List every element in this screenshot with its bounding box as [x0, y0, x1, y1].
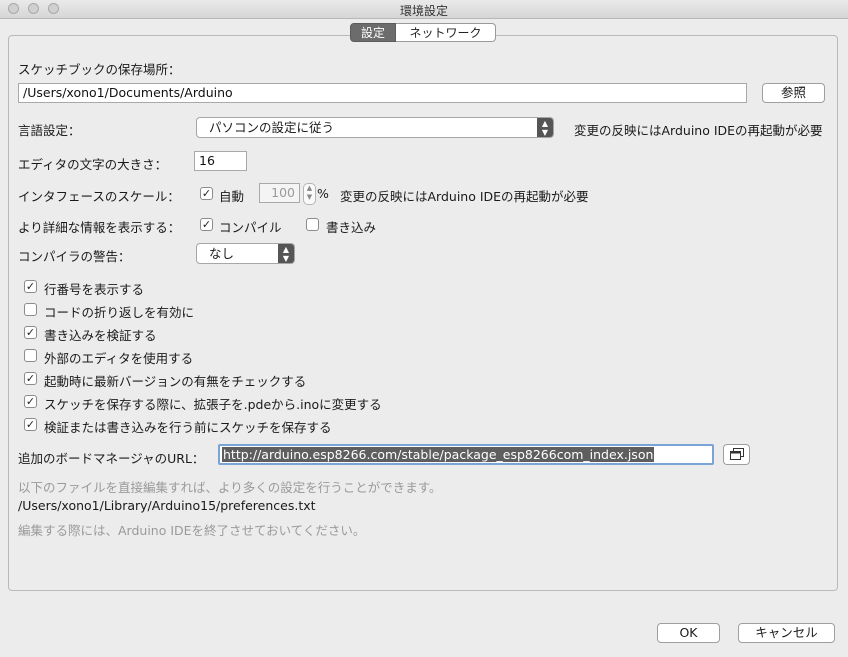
option-label: スケッチを保存する際に、拡張子を.pdeから.inoに変更する: [44, 397, 382, 412]
scale-unit: %: [317, 186, 329, 201]
warnings-select[interactable]: なし ▲ ▼: [196, 243, 295, 264]
board-url-label: 追加のボードマネージャのURL：: [18, 451, 205, 466]
warnings-select-value: なし: [209, 246, 235, 261]
select-stepper-icon: ▲ ▼: [537, 118, 553, 137]
window-list-icon: [729, 448, 744, 460]
language-label: 言語設定：: [18, 123, 81, 138]
select-stepper-icon: ▲ ▼: [278, 244, 294, 263]
ok-button[interactable]: OK: [657, 623, 720, 643]
option-checkbox-external-editor[interactable]: [24, 349, 37, 362]
option-checkbox-update-extension[interactable]: ✓: [24, 395, 37, 408]
option-checkbox-line-numbers[interactable]: ✓: [24, 280, 37, 293]
verbose-upload-checkbox[interactable]: [306, 218, 319, 231]
verbose-label: より詳細な情報を表示する：: [18, 220, 181, 235]
warnings-label: コンパイラの警告：: [18, 249, 131, 264]
scale-percent-input[interactable]: 100: [259, 183, 300, 203]
option-checkbox-check-updates[interactable]: ✓: [24, 372, 37, 385]
sketchbook-path-input[interactable]: /Users/xono1/Documents/Arduino: [18, 83, 747, 103]
language-restart-note: 変更の反映にはArduino IDEの再起動が必要: [574, 123, 823, 138]
board-url-edit-button[interactable]: [723, 444, 750, 465]
sketchbook-label: スケッチブックの保存場所：: [18, 62, 181, 77]
font-size-input[interactable]: 16: [194, 151, 247, 171]
option-label: 起動時に最新バージョンの有無をチェックする: [44, 374, 307, 389]
preferences-file-path: /Users/xono1/Library/Arduino15/preferenc…: [18, 498, 316, 513]
scale-auto-label: 自動: [219, 189, 245, 204]
checkmark-icon: ✓: [25, 280, 36, 293]
tab-bar: 設定 ネットワーク: [350, 23, 497, 42]
scale-restart-note: 変更の反映にはArduino IDEの再起動が必要: [340, 189, 589, 204]
option-checkbox-code-folding[interactable]: [24, 303, 37, 316]
board-url-value: http://arduino.esp8266.com/stable/packag…: [222, 447, 655, 462]
scale-label: インタフェースのスケール：: [18, 189, 180, 204]
scale-stepper[interactable]: ▲ ▼: [303, 183, 316, 205]
language-select[interactable]: パソコンの設定に従う ▲ ▼: [196, 117, 554, 138]
window-title: 環境設定: [399, 4, 448, 18]
checkmark-icon: ✓: [25, 372, 36, 385]
verbose-upload-label: 書き込み: [326, 220, 377, 235]
language-select-value: パソコンの設定に従う: [209, 120, 335, 135]
option-label: 外部のエディタを使用する: [44, 351, 194, 366]
option-label: 検証または書き込みを行う前にスケッチを保存する: [44, 420, 332, 435]
verbose-compile-checkbox[interactable]: ✓: [200, 218, 213, 231]
option-label: コードの折り返しを有効に: [44, 305, 195, 320]
option-checkbox-save-before-verify[interactable]: ✓: [24, 418, 37, 431]
more-prefs-hint: 以下のファイルを直接編集すれば、より多くの設定を行うことができます。: [18, 480, 442, 495]
tab-settings[interactable]: 設定: [350, 23, 397, 42]
scale-auto-checkbox[interactable]: ✓: [200, 187, 213, 200]
verbose-compile-label: コンパイル: [219, 220, 282, 235]
browse-button[interactable]: 参照: [762, 83, 825, 103]
checkmark-icon: ✓: [25, 418, 36, 431]
board-url-input[interactable]: http://arduino.esp8266.com/stable/packag…: [218, 444, 714, 465]
option-label: 書き込みを検証する: [44, 328, 157, 343]
cancel-button[interactable]: キャンセル: [738, 623, 835, 643]
edit-warning-hint: 編集する際には、Arduino IDEを終了させておいてください。: [18, 523, 366, 538]
option-label: 行番号を表示する: [44, 282, 145, 297]
checkmark-icon: ✓: [25, 326, 36, 339]
tab-network[interactable]: ネットワーク: [396, 23, 497, 42]
option-checkbox-verify-upload[interactable]: ✓: [24, 326, 37, 339]
font-size-label: エディタの文字の大きさ：: [18, 157, 168, 172]
checkmark-icon: ✓: [25, 395, 36, 408]
checkmark-icon: ✓: [201, 187, 212, 200]
checkmark-icon: ✓: [201, 218, 212, 231]
title-bar: 環境設定: [0, 0, 848, 19]
